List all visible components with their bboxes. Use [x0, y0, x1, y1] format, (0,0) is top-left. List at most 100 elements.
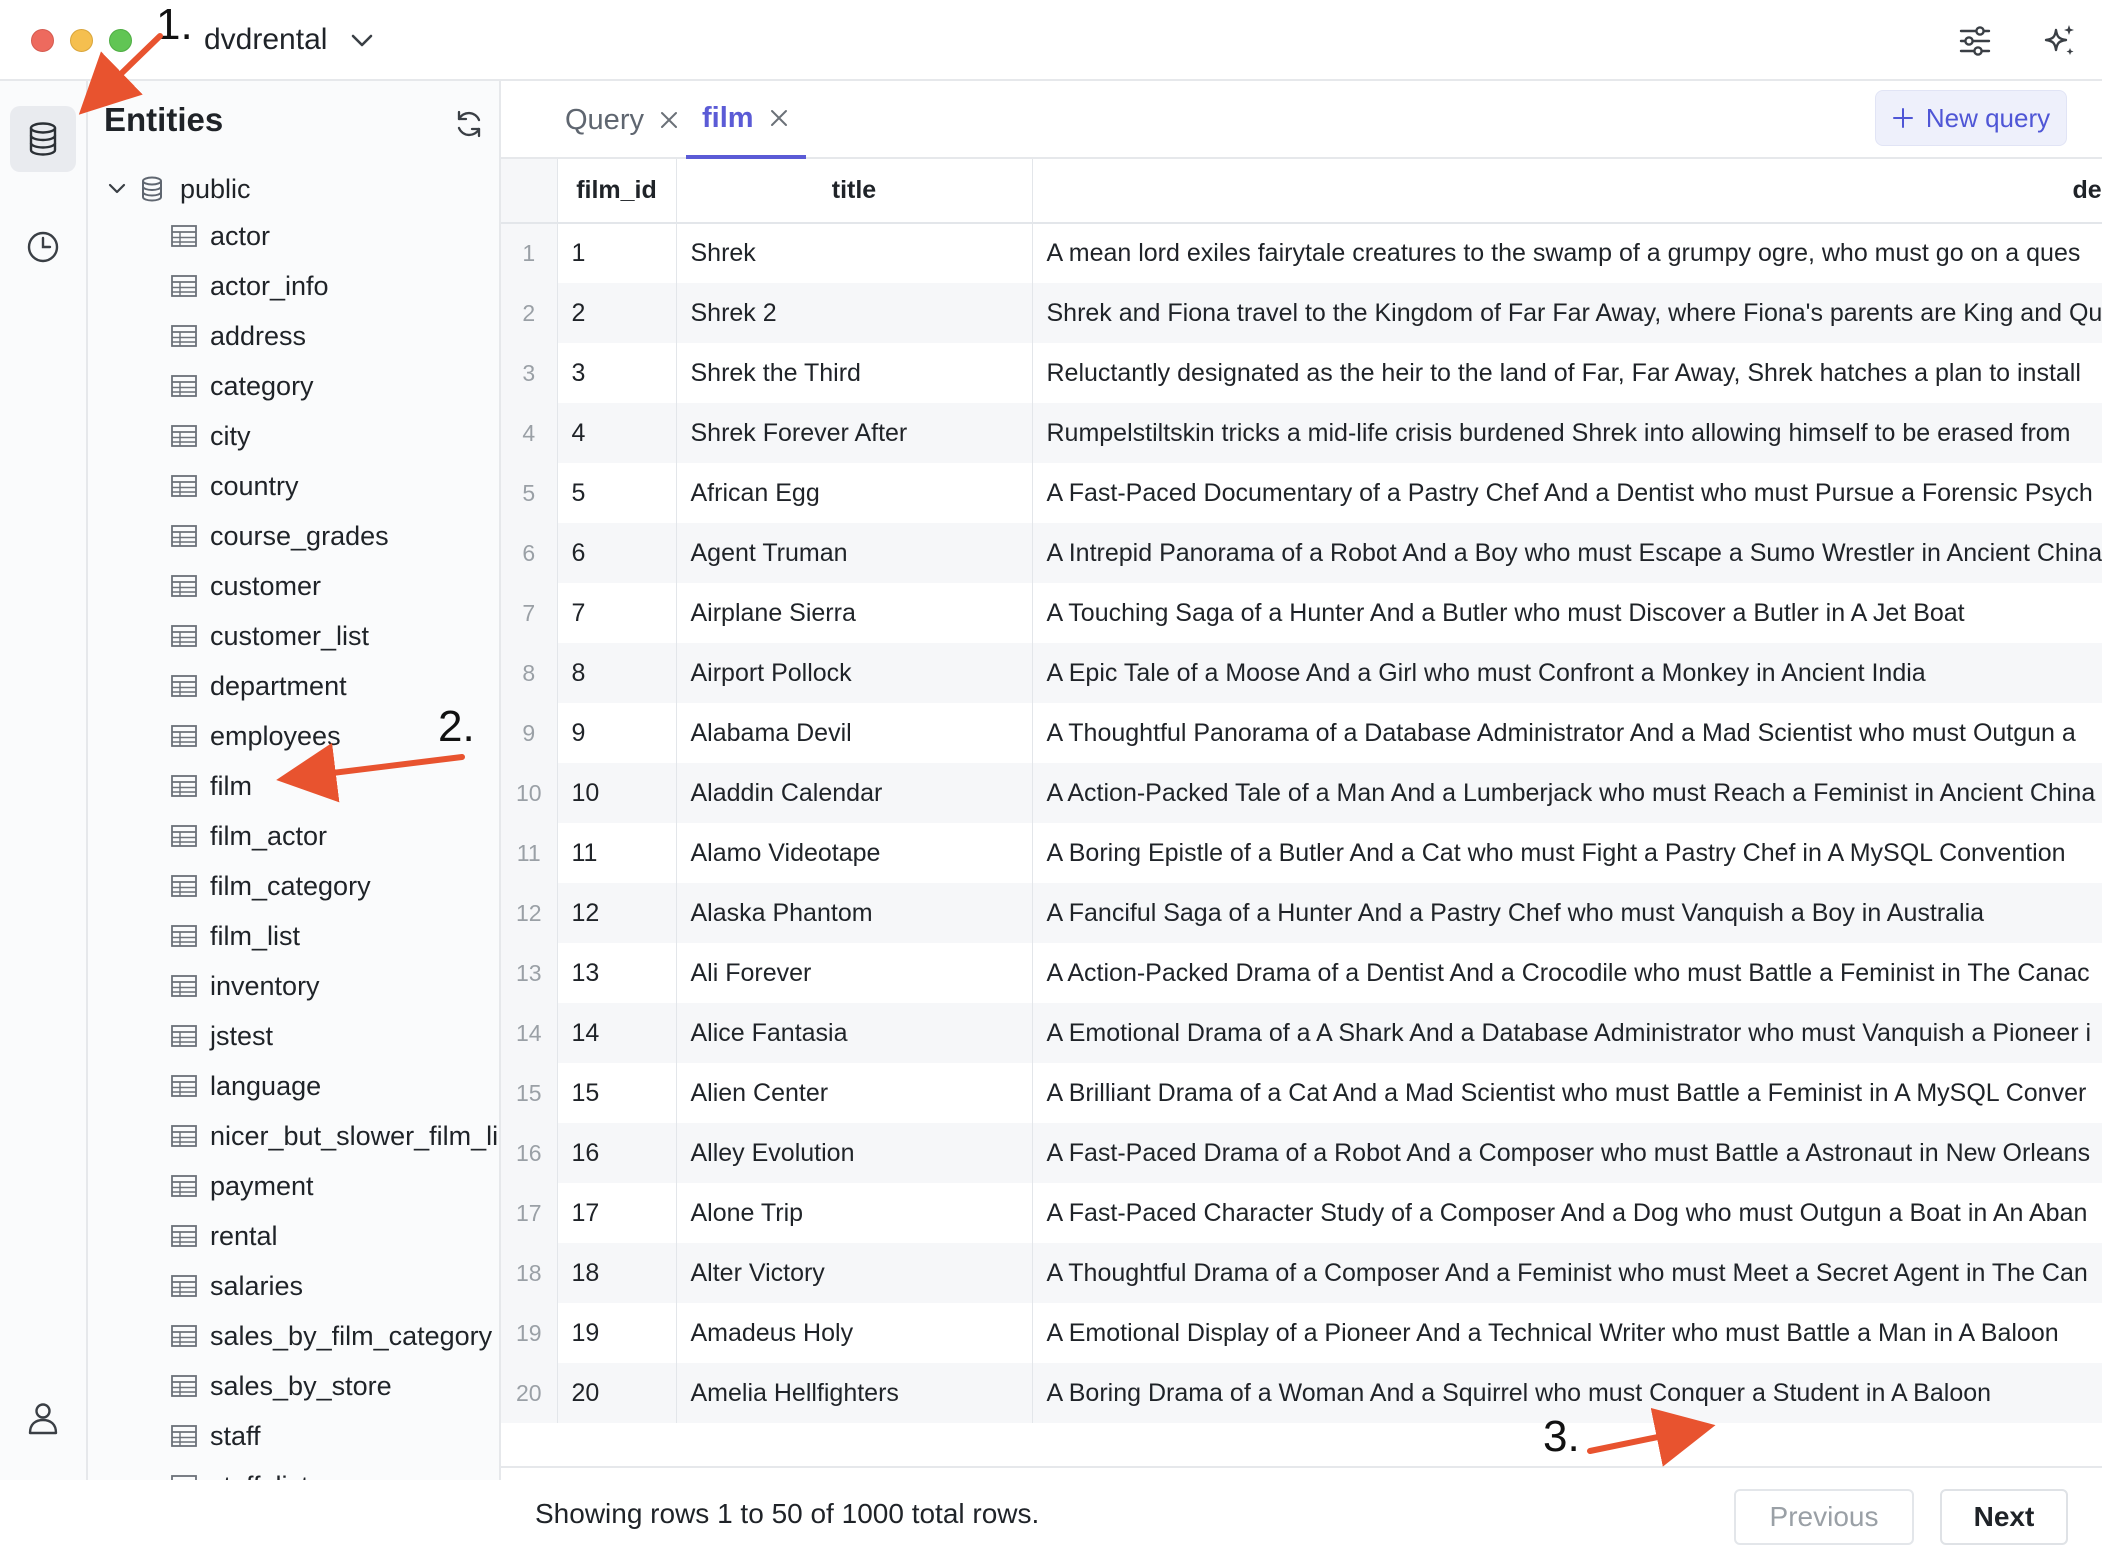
- table-item-film[interactable]: film: [170, 761, 498, 811]
- table-item-sales-by-store[interactable]: sales_by_store: [170, 1361, 498, 1411]
- table-row[interactable]: 19 19 Amadeus Holy A Emotional Display of a…: [501, 1303, 2102, 1363]
- cell-film-id[interactable]: 13: [557, 943, 677, 1003]
- entities-nav-button[interactable]: [10, 106, 76, 172]
- table-item-language[interactable]: language: [170, 1061, 498, 1111]
- cell-description[interactable]: A Epic Tale of a Moose And a Girl who mu…: [1032, 643, 2102, 703]
- cell-description[interactable]: Reluctantly designated as the heir to th…: [1032, 343, 2102, 403]
- next-page-button[interactable]: Next: [1940, 1489, 2068, 1545]
- cell-title[interactable]: Alter Victory: [676, 1243, 1033, 1303]
- table-row[interactable]: 2 2 Shrek 2 Shrek and Fiona travel to the K…: [501, 283, 2102, 343]
- table-row[interactable]: 16 16 Alley Evolution A Fast-Paced Drama of…: [501, 1123, 2102, 1183]
- table-row[interactable]: 17 17 Alone Trip A Fast-Paced Character Stu…: [501, 1183, 2102, 1243]
- cell-title[interactable]: Shrek: [676, 223, 1033, 283]
- table-item-address[interactable]: address: [170, 311, 498, 361]
- schema-tree-node[interactable]: public: [106, 169, 251, 209]
- table-row[interactable]: 7 7 Airplane Sierra A Touching Saga of a Hu…: [501, 583, 2102, 643]
- cell-film-id[interactable]: 1: [557, 223, 677, 283]
- cell-film-id[interactable]: 5: [557, 463, 677, 523]
- zoom-window-button[interactable]: [109, 29, 132, 52]
- cell-title[interactable]: Airplane Sierra: [676, 583, 1033, 643]
- cell-film-id[interactable]: 10: [557, 763, 677, 823]
- cell-film-id[interactable]: 18: [557, 1243, 677, 1303]
- table-item-customer-list[interactable]: customer_list: [170, 611, 498, 661]
- table-row[interactable]: 6 6 Agent Truman A Intrepid Panorama of a R…: [501, 523, 2102, 583]
- cell-film-id[interactable]: 20: [557, 1363, 677, 1423]
- cell-title[interactable]: Agent Truman: [676, 523, 1033, 583]
- cell-title[interactable]: Airport Pollock: [676, 643, 1033, 703]
- cell-film-id[interactable]: 12: [557, 883, 677, 943]
- cell-film-id[interactable]: 6: [557, 523, 677, 583]
- table-row[interactable]: 18 18 Alter Victory A Thoughtful Drama of a…: [501, 1243, 2102, 1303]
- table-row[interactable]: 4 4 Shrek Forever After Rumpelstiltskin tri…: [501, 403, 2102, 463]
- table-item-rental[interactable]: rental: [170, 1211, 498, 1261]
- table-row[interactable]: 5 5 African Egg A Fast-Paced Documentary of…: [501, 463, 2102, 523]
- chevron-down-icon[interactable]: [348, 28, 376, 52]
- database-selector-label[interactable]: dvdrental: [204, 20, 327, 60]
- history-nav-button[interactable]: [10, 214, 76, 280]
- cell-film-id[interactable]: 7: [557, 583, 677, 643]
- table-row[interactable]: 10 10 Aladdin Calendar A Action-Packed Tale…: [501, 763, 2102, 823]
- table-item-inventory[interactable]: inventory: [170, 961, 498, 1011]
- cell-description[interactable]: Shrek and Fiona travel to the Kingdom of…: [1032, 283, 2102, 343]
- table-item-actor[interactable]: actor: [170, 211, 498, 261]
- cell-description[interactable]: A Fast-Paced Documentary of a Pastry Che…: [1032, 463, 2102, 523]
- cell-description[interactable]: A Action-Packed Tale of a Man And a Lumb…: [1032, 763, 2102, 823]
- cell-film-id[interactable]: 17: [557, 1183, 677, 1243]
- tab-query[interactable]: Query: [565, 81, 680, 159]
- cell-title[interactable]: African Egg: [676, 463, 1033, 523]
- cell-description[interactable]: A Thoughtful Panorama of a Database Admi…: [1032, 703, 2102, 763]
- cell-description[interactable]: A Fast-Paced Character Study of a Compos…: [1032, 1183, 2102, 1243]
- table-item-film-actor[interactable]: film_actor: [170, 811, 498, 861]
- cell-title[interactable]: Shrek Forever After: [676, 403, 1033, 463]
- refresh-icon[interactable]: [452, 107, 486, 141]
- table-item-film-list[interactable]: film_list: [170, 911, 498, 961]
- cell-title[interactable]: Alice Fantasia: [676, 1003, 1033, 1063]
- table-item-customer[interactable]: customer: [170, 561, 498, 611]
- table-item-course-grades[interactable]: course_grades: [170, 511, 498, 561]
- cell-title[interactable]: Alaska Phantom: [676, 883, 1033, 943]
- new-query-button[interactable]: New query: [1875, 90, 2067, 146]
- table-item-salaries[interactable]: salaries: [170, 1261, 498, 1311]
- cell-description[interactable]: A Intrepid Panorama of a Robot And a Boy…: [1032, 523, 2102, 583]
- table-item-country[interactable]: country: [170, 461, 498, 511]
- column-header-film-id[interactable]: film_id: [557, 159, 677, 224]
- cell-description[interactable]: A mean lord exiles fairytale creatures t…: [1032, 223, 2102, 283]
- table-row[interactable]: 15 15 Alien Center A Brilliant Drama of a C…: [501, 1063, 2102, 1123]
- cell-film-id[interactable]: 4: [557, 403, 677, 463]
- table-item-jstest[interactable]: jstest: [170, 1011, 498, 1061]
- table-row[interactable]: 20 20 Amelia Hellfighters A Boring Drama of…: [501, 1363, 2102, 1423]
- cell-film-id[interactable]: 11: [557, 823, 677, 883]
- close-window-button[interactable]: [31, 29, 54, 52]
- table-row[interactable]: 12 12 Alaska Phantom A Fanciful Saga of a H…: [501, 883, 2102, 943]
- sliders-icon[interactable]: [1956, 22, 1994, 60]
- column-header-title[interactable]: title: [676, 159, 1033, 224]
- cell-description[interactable]: A Thoughtful Drama of a Composer And a F…: [1032, 1243, 2102, 1303]
- table-row[interactable]: 3 3 Shrek the Third Reluctantly designated …: [501, 343, 2102, 403]
- table-item-staff[interactable]: staff: [170, 1411, 498, 1461]
- chevron-down-icon[interactable]: [106, 178, 128, 200]
- cell-title[interactable]: Alamo Videotape: [676, 823, 1033, 883]
- close-icon[interactable]: [658, 109, 680, 131]
- table-item-sales-by-film-category[interactable]: sales_by_film_category: [170, 1311, 498, 1361]
- table-item-staff-list[interactable]: staff_list: [170, 1461, 498, 1480]
- cell-film-id[interactable]: 19: [557, 1303, 677, 1363]
- cell-film-id[interactable]: 3: [557, 343, 677, 403]
- tab-film[interactable]: film: [686, 81, 806, 159]
- table-row[interactable]: 9 9 Alabama Devil A Thoughtful Panorama of …: [501, 703, 2102, 763]
- table-row[interactable]: 1 1 Shrek A mean lord exiles fairytale crea…: [501, 223, 2102, 283]
- cell-description[interactable]: A Emotional Display of a Pioneer And a T…: [1032, 1303, 2102, 1363]
- table-item-nicer-but-slower-film-li[interactable]: nicer_but_slower_film_li: [170, 1111, 498, 1161]
- cell-description[interactable]: Rumpelstiltskin tricks a mid-life crisis…: [1032, 403, 2102, 463]
- table-item-film-category[interactable]: film_category: [170, 861, 498, 911]
- results-grid[interactable]: film_id title description 11ShrekA mean …: [501, 159, 2102, 1466]
- cell-title[interactable]: Aladdin Calendar: [676, 763, 1033, 823]
- cell-title[interactable]: Alien Center: [676, 1063, 1033, 1123]
- cell-film-id[interactable]: 2: [557, 283, 677, 343]
- cell-film-id[interactable]: 16: [557, 1123, 677, 1183]
- cell-film-id[interactable]: 14: [557, 1003, 677, 1063]
- cell-title[interactable]: Alabama Devil: [676, 703, 1033, 763]
- close-icon[interactable]: [768, 107, 790, 129]
- table-row[interactable]: 13 13 Ali Forever A Action-Packed Drama of …: [501, 943, 2102, 1003]
- cell-title[interactable]: Ali Forever: [676, 943, 1033, 1003]
- cell-description[interactable]: A Fanciful Saga of a Hunter And a Pastry…: [1032, 883, 2102, 943]
